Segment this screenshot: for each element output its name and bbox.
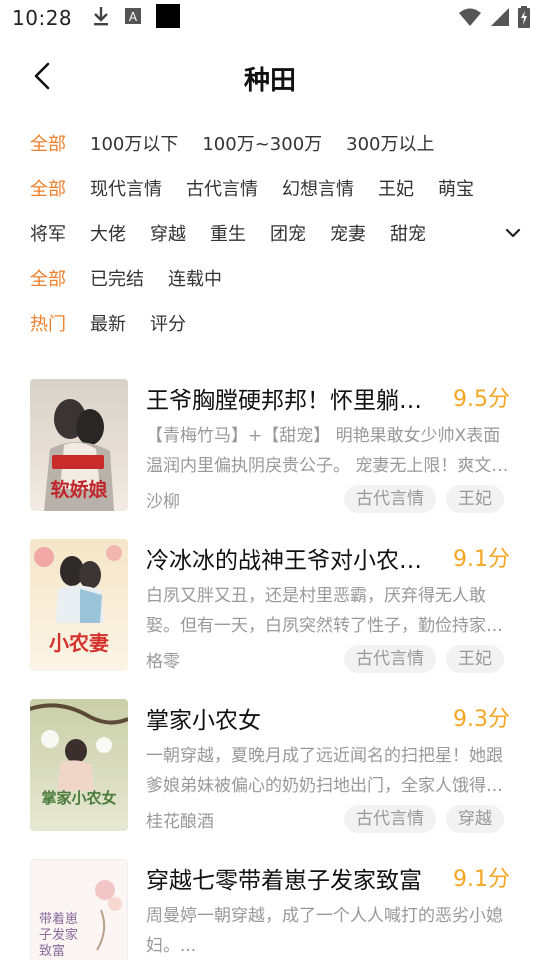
battery-charging-icon — [518, 6, 530, 32]
filter-chip[interactable]: 热门 — [30, 310, 66, 336]
book-tags: 古代言情 王妃 — [344, 485, 504, 513]
header: 种田 — [0, 48, 540, 108]
status-time: 10:28 — [12, 6, 73, 30]
filter-chip[interactable]: 最新 — [90, 310, 126, 336]
wifi-icon — [458, 7, 482, 31]
black-square-icon — [156, 4, 181, 32]
filter-chip[interactable]: 穿越 — [150, 220, 186, 246]
chevron-down-icon — [502, 228, 524, 248]
book-list-item[interactable]: 软娇娘 王爷胸膛硬邦邦！怀里躺着小娇娘 9.5分 【青梅竹马】+【甜宠】 明艳果… — [30, 379, 510, 513]
filter-chip[interactable]: 全部 — [30, 175, 66, 201]
book-cover[interactable]: 带着崽子发家致富 — [30, 859, 128, 960]
book-title[interactable]: 王爷胸膛硬邦邦！怀里躺着小娇娘 — [146, 381, 432, 415]
filter-chip[interactable]: 100万以下 — [90, 130, 178, 156]
book-score: 9.5分 — [453, 387, 510, 412]
filter-chip[interactable]: 幻想言情 — [282, 175, 354, 201]
filter-chip[interactable]: 已完结 — [90, 265, 144, 291]
book-tags: 古代言情 王妃 — [344, 645, 504, 673]
book-description: 白夙又胖又丑，还是村里恶霸，厌弃得无人敢娶。但有一天，白夙突然转了性子，勤俭持家… — [146, 586, 503, 636]
book-tag[interactable]: 王妃 — [446, 485, 504, 513]
expand-filters-button[interactable] — [502, 222, 524, 244]
status-bar: 10:28 A — [0, 0, 540, 36]
signal-icon — [490, 7, 510, 31]
book-title[interactable]: 掌家小农女 — [146, 701, 432, 735]
a-box-icon: A — [124, 7, 142, 29]
filter-chip[interactable]: 300万以上 — [346, 130, 434, 156]
filter-chip[interactable]: 全部 — [30, 265, 66, 291]
svg-text:A: A — [129, 10, 138, 24]
book-cover[interactable]: 软娇娘 — [30, 379, 128, 511]
book-tag[interactable]: 古代言情 — [344, 805, 436, 833]
filter-chip[interactable]: 重生 — [210, 220, 246, 246]
book-title[interactable]: 穿越七零带着崽子发家致富 — [146, 861, 432, 895]
filter-chip[interactable]: 宠妻 — [330, 220, 366, 246]
cover-title-text: 软娇娘 — [50, 479, 108, 501]
book-cover[interactable]: 小农妻 — [30, 539, 128, 671]
book-tag[interactable]: 穿越 — [446, 805, 504, 833]
status-notification-icons: A — [92, 4, 181, 32]
book-cover[interactable]: 掌家小农女 — [30, 699, 128, 831]
filter-chip[interactable]: 大佬 — [90, 220, 126, 246]
book-author[interactable]: 沙柳 — [146, 487, 180, 512]
filter-row-sort: 热门 最新 评分 — [30, 308, 210, 338]
book-author[interactable]: 桂花酿酒 — [146, 807, 214, 832]
book-score: 9.3分 — [453, 707, 510, 732]
cover-title-text: 带着崽子发家致富 — [39, 912, 79, 959]
book-list-item[interactable]: 小农妻 冷冰冰的战神王爷对小农妻动心了 9.1分 白夙又胖又丑，还是村里恶霸，厌… — [30, 539, 510, 673]
page-title: 种田 — [243, 66, 296, 96]
book-description: 【青梅竹马】+【甜宠】 明艳果敢女少帅X表面温润内里偏执阴戾贵公子。 宠妻无上限… — [146, 426, 509, 476]
filter-chip[interactable]: 甜宠 — [390, 220, 426, 246]
filter-chip[interactable]: 王妃 — [378, 175, 414, 201]
filter-chip[interactable]: 全部 — [30, 130, 66, 156]
book-list-item[interactable]: 掌家小农女 掌家小农女 9.3分 一朝穿越，夏晚月成了远近闻名的扫把星！她跟爹娘… — [30, 699, 510, 833]
filter-row-word-count: 全部 100万以下 100万~300万 300万以上 — [30, 128, 459, 158]
status-system-icons — [458, 6, 530, 32]
book-list-item[interactable]: 带着崽子发家致富 穿越七零带着崽子发家致富 9.1分 周曼婷一朝穿越，成了一个人… — [30, 859, 510, 960]
cover-title-text: 小农妻 — [49, 631, 109, 655]
cover-title-text: 掌家小农女 — [41, 789, 117, 807]
download-icon — [92, 5, 110, 31]
filter-row-tags: 将军 大佬 穿越 重生 团宠 宠妻 甜宠 — [30, 218, 450, 248]
filter-chip[interactable]: 将军 — [30, 220, 66, 246]
book-score: 9.1分 — [453, 547, 510, 572]
book-description: 周曼婷一朝穿越，成了一个人人喊打的恶劣小媳妇。... — [146, 906, 503, 956]
filter-chip[interactable]: 连载中 — [168, 265, 222, 291]
filter-chip[interactable]: 现代言情 — [90, 175, 162, 201]
filter-chip[interactable]: 古代言情 — [186, 175, 258, 201]
book-description: 一朝穿越，夏晚月成了远近闻名的扫把星！她跟爹娘弟妹被偏心的奶奶扫地出门，全家人饿… — [146, 746, 503, 796]
book-tags: 古代言情 穿越 — [344, 805, 504, 833]
filter-chip[interactable]: 100万~300万 — [202, 130, 322, 156]
book-score: 9.1分 — [453, 867, 510, 892]
book-tag[interactable]: 王妃 — [446, 645, 504, 673]
book-tag[interactable]: 古代言情 — [344, 485, 436, 513]
filter-chip[interactable]: 萌宝 — [438, 175, 474, 201]
filter-row-category: 全部 现代言情 古代言情 幻想言情 王妃 萌宝 — [30, 173, 498, 203]
filter-chip[interactable]: 评分 — [150, 310, 186, 336]
book-author[interactable]: 格零 — [146, 647, 180, 672]
filter-chip[interactable]: 团宠 — [270, 220, 306, 246]
book-tag[interactable]: 古代言情 — [344, 645, 436, 673]
filter-row-status: 全部 已完结 连载中 — [30, 263, 246, 293]
book-title[interactable]: 冷冰冰的战神王爷对小农妻动心了 — [146, 541, 432, 575]
